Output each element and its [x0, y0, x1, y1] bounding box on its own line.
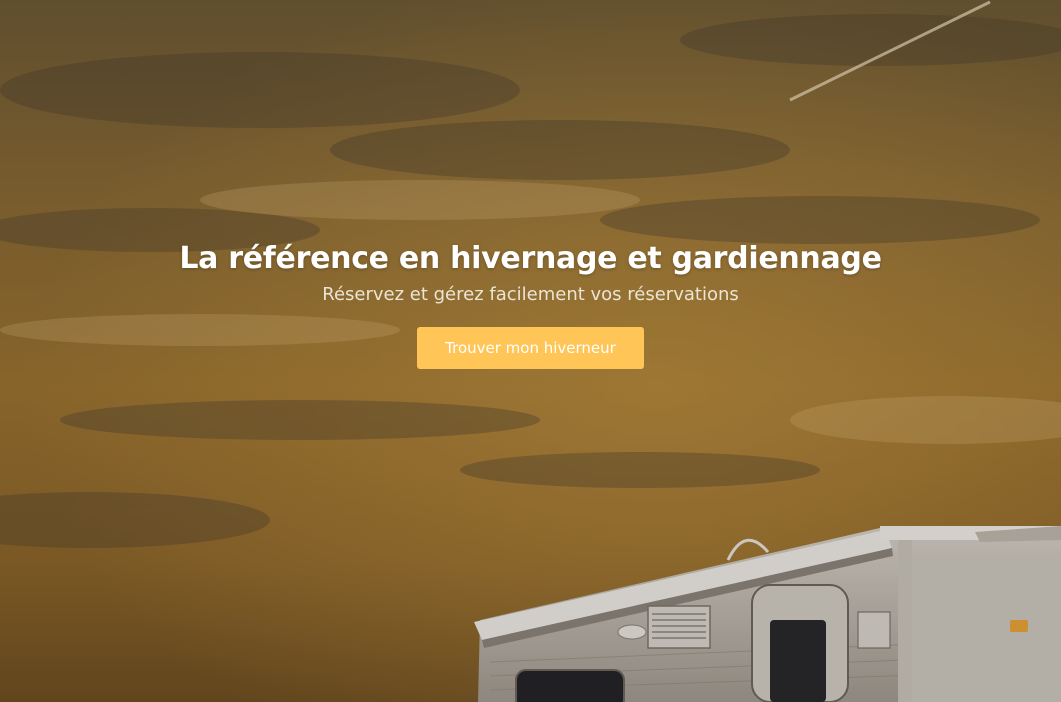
hero-section: La référence en hivernage et gardiennage… — [0, 0, 1061, 702]
hero-content: La référence en hivernage et gardiennage… — [0, 238, 1061, 369]
find-winterer-button[interactable]: Trouver mon hiverneur — [417, 327, 644, 369]
hero-subtitle: Réservez et gérez facilement vos réserva… — [322, 284, 739, 305]
hero-title: La référence en hivernage et gardiennage — [179, 241, 882, 276]
